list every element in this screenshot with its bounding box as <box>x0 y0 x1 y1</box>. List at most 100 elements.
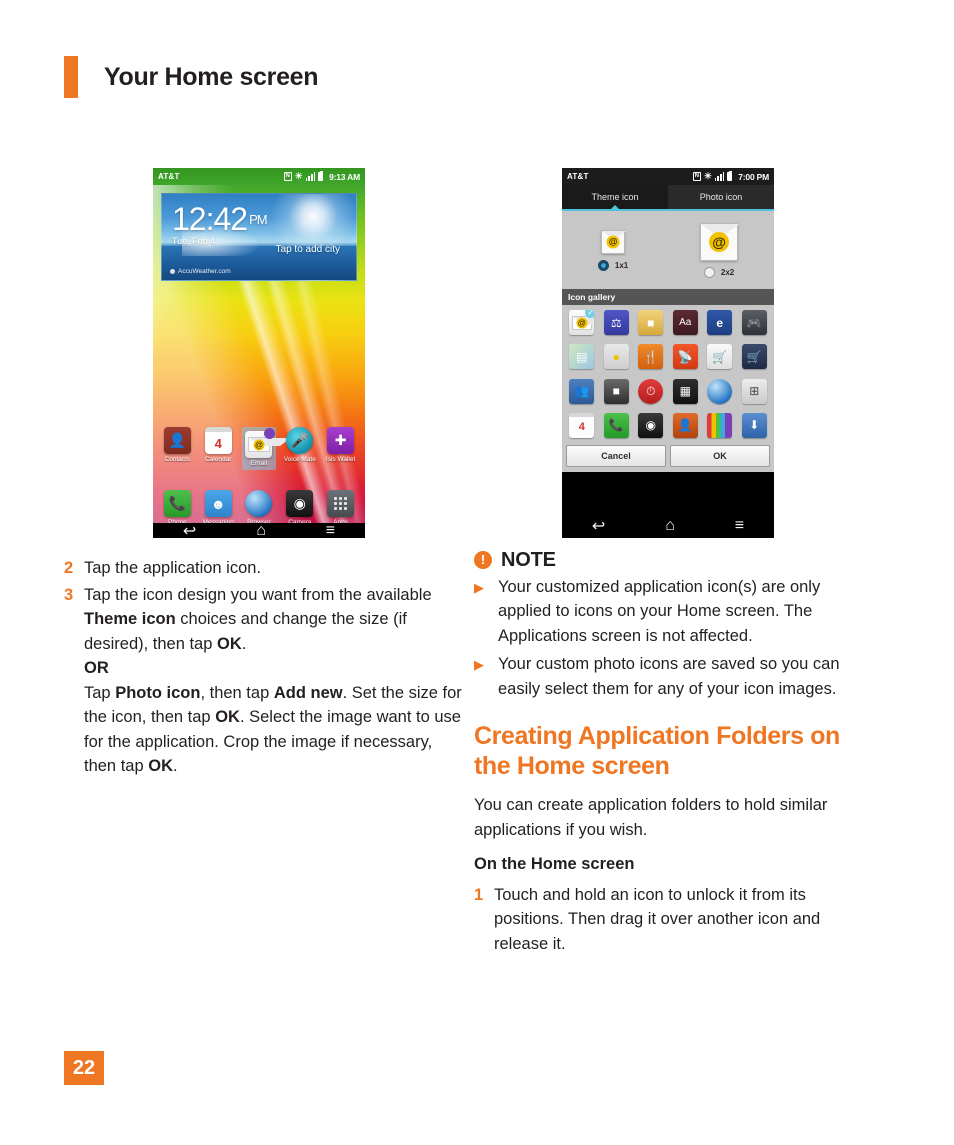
notes-icon[interactable]: ■ <box>638 310 664 335</box>
home-wallpaper: 12:42 PM Tue, Feb 4 Tap to add city AccuW… <box>153 185 365 526</box>
ok-button[interactable]: OK <box>670 445 770 467</box>
preview-icon-2x2: @ <box>700 222 740 261</box>
size-option-1x1[interactable]: @ 1x1 <box>597 229 629 271</box>
icon-type-tabs: Theme icon Photo icon <box>562 185 774 209</box>
add-city-label[interactable]: Tap to add city <box>276 244 340 255</box>
menu-icon[interactable]: ≡ <box>326 522 335 539</box>
fitness-icon[interactable]: ⚖ <box>603 310 629 335</box>
at-sign-icon: @ <box>576 317 588 328</box>
tab-label: Photo icon <box>699 192 743 202</box>
tv-icon[interactable] <box>707 412 733 438</box>
envelope-shape: @ <box>700 222 740 261</box>
app-label: Contacts <box>164 456 191 463</box>
envelope-shape: @ <box>601 229 627 254</box>
size-label: 1x1 <box>614 260 629 270</box>
status-bar-left: AT&T N ☀ 9:13 AM <box>153 168 365 185</box>
cart-icon[interactable]: 🛒 <box>741 344 767 370</box>
social-icon[interactable]: 👥 <box>569 378 595 404</box>
nav-bar-left: ↩ ⌂ ≡ <box>153 521 365 539</box>
cancel-button[interactable]: Cancel <box>566 445 666 467</box>
wifi-icon: ☀ <box>294 171 303 181</box>
at-sign-icon: @ <box>709 232 730 253</box>
alarm-clock-icon[interactable]: ⏱ <box>638 378 664 404</box>
brand-dot-icon <box>170 269 175 274</box>
back-icon[interactable]: ↩ <box>183 521 196 539</box>
status-icons: N ☀ 7:00 PM <box>692 171 769 182</box>
step-2: 2 Tap the application icon. <box>64 556 464 581</box>
carrier-label: AT&T <box>158 172 180 181</box>
left-text-column: 2 Tap the application icon. 3 Tap the ic… <box>64 556 464 781</box>
tab-label: Theme icon <box>591 192 639 202</box>
home-icon[interactable]: ⌂ <box>665 517 675 535</box>
menu-icon[interactable]: ≡ <box>735 517 744 535</box>
note-title: NOTE <box>501 549 556 571</box>
game-controller-icon[interactable]: 🎮 <box>741 310 767 335</box>
home-icon[interactable]: ⌂ <box>256 522 266 539</box>
widget-date: Tue, Feb 4 <box>172 236 216 246</box>
app-messaging[interactable]: ☻ Messaging <box>201 490 235 526</box>
charts-icon[interactable]: ▦ <box>672 378 698 404</box>
weather-widget[interactable]: 12:42 PM Tue, Feb 4 Tap to add city AccuW… <box>161 193 357 281</box>
app-label: Voice Mate <box>283 456 316 463</box>
add-new-term: Add new <box>273 683 343 702</box>
step-text: Touch and hold an icon to unlock it from… <box>494 885 821 953</box>
app-email[interactable]: @ Email <box>241 427 291 470</box>
app-camera[interactable]: ◉ Camera <box>283 490 317 526</box>
battery-icon <box>727 171 733 181</box>
right-text-column: ! NOTE ▶ Your customized application ico… <box>474 548 874 958</box>
browser-icon[interactable] <box>707 378 733 404</box>
tab-photo-icon[interactable]: Photo icon <box>668 185 774 209</box>
contacts-icon[interactable]: 👤 <box>672 412 698 438</box>
bullet-arrow-icon: ▶ <box>474 657 484 672</box>
step-text: Tap the icon design you want from the av… <box>84 583 464 779</box>
radio-1x1[interactable] <box>597 259 609 271</box>
message-icon: ☻ <box>204 490 232 517</box>
camera-icon[interactable]: ◉ <box>638 412 664 438</box>
contacts-icon: 👤 <box>163 427 191 454</box>
download-icon[interactable]: ⬇ <box>741 412 767 438</box>
nfc-icon: N <box>283 172 292 181</box>
rss-icon[interactable]: 📡 <box>672 344 698 370</box>
size-radio-row: 1x1 <box>597 259 629 271</box>
signal-icon <box>714 172 725 181</box>
maps-icon[interactable]: ▤ <box>569 344 595 370</box>
restaurant-icon[interactable]: 🍴 <box>638 344 664 370</box>
tab-theme-icon[interactable]: Theme icon <box>562 185 668 209</box>
wifi-icon: ☀ <box>703 171 712 181</box>
chat-icon[interactable]: ● <box>603 344 629 370</box>
news-icon[interactable]: ■ <box>603 378 629 404</box>
or-part-f: . <box>172 757 178 775</box>
calculator-icon[interactable]: ⊞ <box>741 378 767 404</box>
section-heading: Creating Application Folders on the Home… <box>474 722 840 780</box>
app-calendar[interactable]: 4 Calendar <box>201 427 235 470</box>
ebook-icon[interactable]: e <box>707 310 733 335</box>
size-option-2x2[interactable]: @ 2x2 <box>700 222 740 278</box>
app-voice-mate[interactable]: 🎤 Voice Mate <box>283 427 317 470</box>
icon-size-panel: @ 1x1 @ 2x2 <box>562 211 774 289</box>
app-label: Isis Wallet <box>325 456 356 463</box>
app-isis-wallet[interactable]: ✚ Isis Wallet <box>324 427 358 470</box>
widget-ampm: PM <box>249 212 267 227</box>
camera-icon: ◉ <box>286 490 314 517</box>
icon-gallery-grid[interactable]: @ ✓ ⚖ ■ Aa e 🎮 ▤ ● 🍴 📡 🛒 🛒 👥 ■ ⏱ ▦ ⊞ 4 📞… <box>562 305 774 441</box>
page-number: 22 <box>64 1051 104 1085</box>
status-bar-right: AT&T N ☀ 7:00 PM <box>562 168 774 185</box>
weather-brand: AccuWeather.com <box>170 268 231 275</box>
phone-icon[interactable]: 📞 <box>603 412 629 438</box>
step3-part-d: . <box>241 634 247 653</box>
shopping-search-icon[interactable]: 🛒 <box>707 344 733 370</box>
note-item: ▶ Your customized application icon(s) ar… <box>474 575 874 649</box>
or-part-a: Tap <box>84 683 116 702</box>
radio-2x2[interactable] <box>703 266 715 278</box>
note-text: Your customized application icon(s) are … <box>498 577 821 645</box>
home-app-row-main: 👤 Contacts 4 Calendar @ Email 🎤 Voice Ma… <box>153 427 365 470</box>
dictionary-icon[interactable]: Aa <box>672 310 698 335</box>
app-contacts[interactable]: 👤 Contacts <box>160 427 194 470</box>
email-icon[interactable]: @ ✓ <box>569 310 595 335</box>
back-icon[interactable]: ↩ <box>592 516 605 536</box>
ok-term: OK <box>215 708 240 726</box>
carrier-label: AT&T <box>567 172 589 181</box>
widget-time: 12:42 PM <box>172 201 268 237</box>
page-header: Your Home screen <box>64 56 319 98</box>
calendar-icon[interactable]: 4 <box>569 412 595 438</box>
